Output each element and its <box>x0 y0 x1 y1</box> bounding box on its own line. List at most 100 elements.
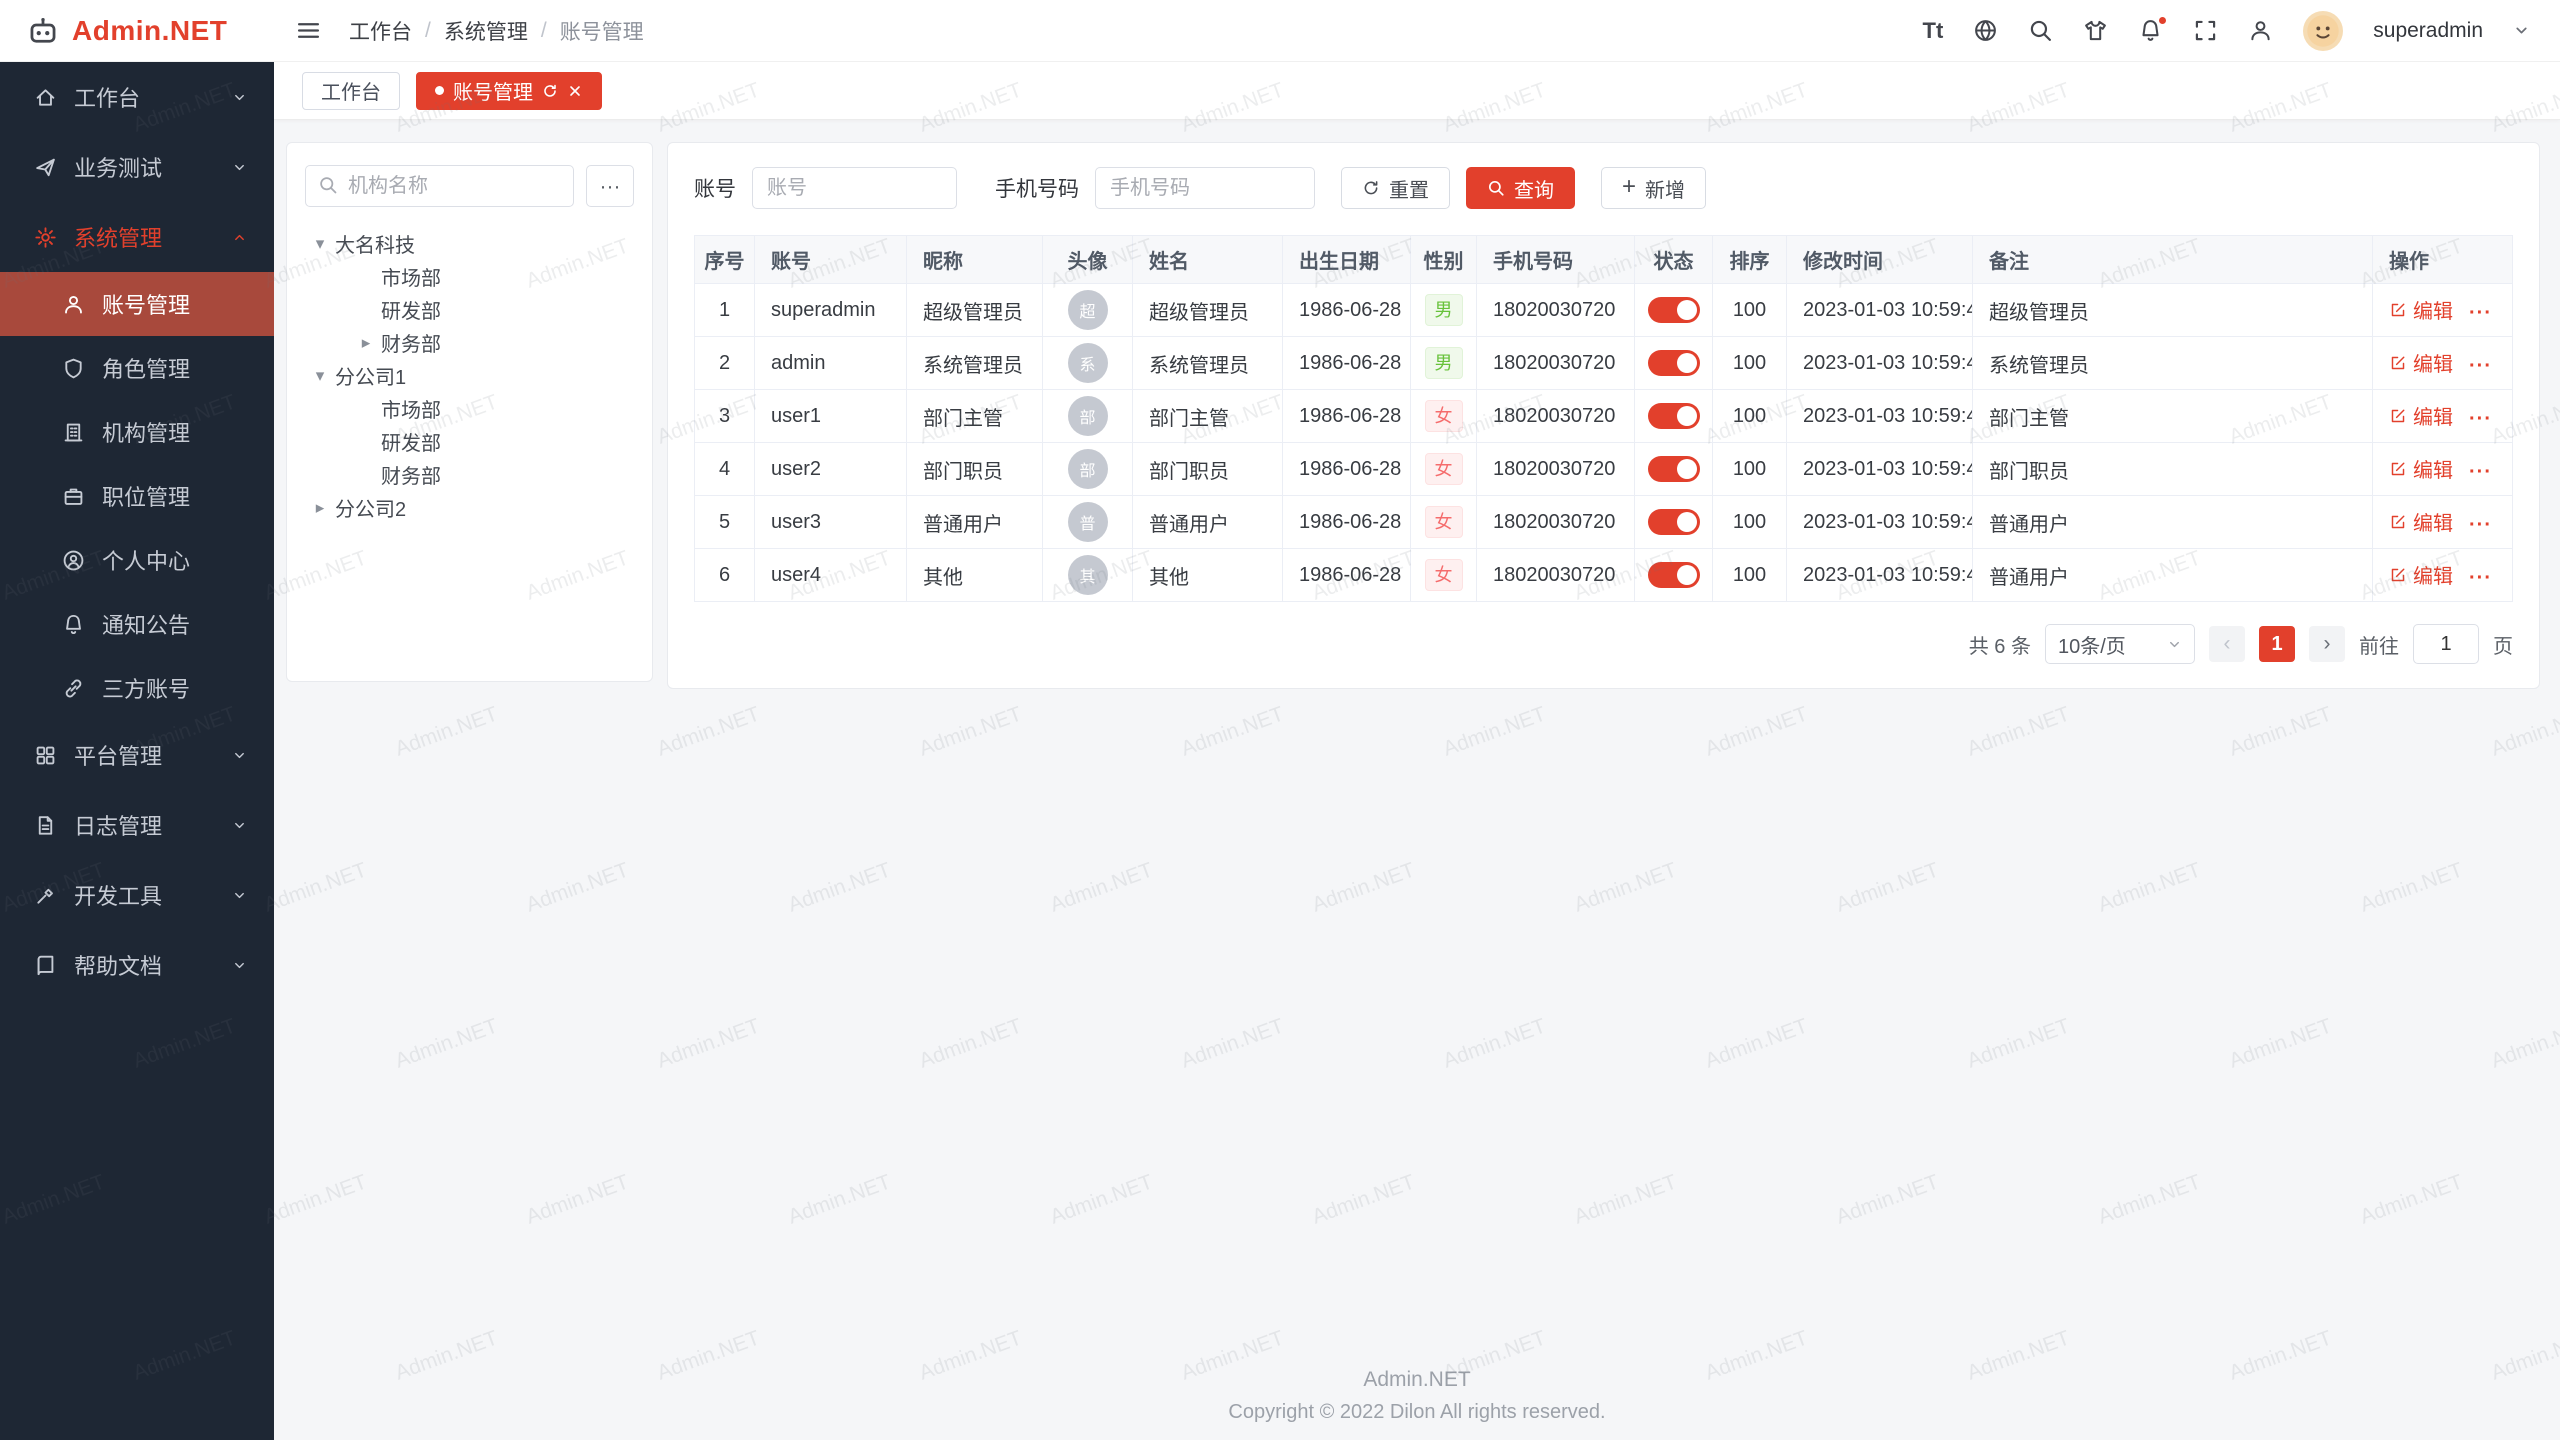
language-globe-icon[interactable] <box>1973 18 1998 43</box>
sidebar-subitem-position-management[interactable]: 职位管理 <box>0 464 274 528</box>
breadcrumb-item[interactable]: 系统管理 <box>444 16 528 46</box>
row-more-button[interactable]: ··· <box>2469 302 2492 324</box>
row-more-button[interactable]: ··· <box>2469 514 2492 536</box>
edit-icon <box>2389 566 2407 584</box>
sidebar-item-log-management[interactable]: 日志管理 <box>0 790 274 860</box>
tree-more-button[interactable]: ··· <box>586 165 634 207</box>
user-settings-icon[interactable] <box>2248 18 2273 43</box>
phone-input[interactable] <box>1095 167 1315 209</box>
account-input[interactable] <box>752 167 957 209</box>
status-toggle[interactable] <box>1648 562 1700 588</box>
theme-skin-icon[interactable] <box>2083 18 2108 43</box>
footer-copyright: Copyright © 2022 Dilon All rights reserv… <box>274 1401 2560 1424</box>
cell-index: 2 <box>695 337 755 390</box>
sidebar-subitem-notice[interactable]: 通知公告 <box>0 592 274 656</box>
sidebar-subitem-label: 机构管理 <box>102 416 190 448</box>
breadcrumb-item[interactable]: 账号管理 <box>560 16 644 46</box>
pagination: 共 6 条 10条/页 ‹ 1 › 前往 页 <box>694 624 2513 664</box>
sidebar-item-business-test[interactable]: 业务测试 <box>0 132 274 202</box>
next-page-button[interactable]: › <box>2309 626 2345 662</box>
caret-right-icon[interactable]: ▸ <box>305 498 335 518</box>
tree-node[interactable]: 市场部 <box>305 392 634 425</box>
edit-button[interactable]: 编辑 <box>2389 454 2453 483</box>
tree-node[interactable]: 研发部 <box>305 293 634 326</box>
cell-status <box>1635 443 1713 496</box>
edit-icon <box>2389 513 2407 531</box>
avatar[interactable] <box>2303 11 2343 51</box>
app-logo[interactable]: Admin.NET <box>0 0 274 61</box>
log-icon <box>34 814 57 837</box>
sidebar-item-platform-management[interactable]: 平台管理 <box>0 720 274 790</box>
tab-workbench[interactable]: 工作台 <box>302 72 400 110</box>
tab-account-management[interactable]: 账号管理 <box>416 72 602 110</box>
tree-node[interactable]: ▾大名科技 <box>305 227 634 260</box>
cell-avatar: 系 <box>1043 337 1133 390</box>
row-avatar: 部 <box>1068 449 1108 489</box>
row-more-button[interactable]: ··· <box>2469 408 2492 430</box>
send-icon <box>34 156 57 179</box>
edit-button[interactable]: 编辑 <box>2389 560 2453 589</box>
username[interactable]: superadmin <box>2373 19 2483 43</box>
edit-label: 编辑 <box>2413 507 2453 536</box>
cell-actions: 编辑 ··· <box>2373 390 2513 443</box>
breadcrumb-item[interactable]: 工作台 <box>349 16 412 46</box>
cell-nickname: 系统管理员 <box>907 337 1043 390</box>
tree-node[interactable]: 研发部 <box>305 425 634 458</box>
status-toggle[interactable] <box>1648 456 1700 482</box>
sidebar-item-workbench[interactable]: 工作台 <box>0 62 274 132</box>
font-size-icon[interactable]: Tt <box>1923 18 1944 44</box>
sidebar-item-system-management[interactable]: 系统管理 <box>0 202 274 272</box>
top-bar-main: 工作台/系统管理/账号管理 Tt <box>274 0 2560 61</box>
sidebar-subitem-role-management[interactable]: 角色管理 <box>0 336 274 400</box>
prev-page-button[interactable]: ‹ <box>2209 626 2245 662</box>
chevron-down-icon[interactable] <box>2513 22 2530 39</box>
page-number-1[interactable]: 1 <box>2259 626 2295 662</box>
org-search-input[interactable] <box>305 165 574 207</box>
edit-button[interactable]: 编辑 <box>2389 507 2453 536</box>
status-toggle[interactable] <box>1648 509 1700 535</box>
active-tab-dot <box>435 86 444 95</box>
refresh-icon[interactable] <box>542 83 558 99</box>
goto-page-input[interactable] <box>2413 624 2479 664</box>
edit-button[interactable]: 编辑 <box>2389 348 2453 377</box>
grid-icon <box>34 744 57 767</box>
status-toggle[interactable] <box>1648 403 1700 429</box>
add-button[interactable]: + 新增 <box>1601 167 1706 209</box>
search-label: 查询 <box>1514 174 1554 203</box>
row-more-button[interactable]: ··· <box>2469 567 2492 589</box>
sidebar-item-help-docs[interactable]: 帮助文档 <box>0 930 274 1000</box>
edit-button[interactable]: 编辑 <box>2389 401 2453 430</box>
tree-node[interactable]: 市场部 <box>305 260 634 293</box>
tree-node[interactable]: ▾分公司1 <box>305 359 634 392</box>
caret-right-icon[interactable]: ▸ <box>351 333 381 353</box>
sidebar-item-dev-tools[interactable]: 开发工具 <box>0 860 274 930</box>
status-toggle[interactable] <box>1648 297 1700 323</box>
tree-node[interactable]: ▸财务部 <box>305 326 634 359</box>
notification-bell-icon[interactable] <box>2138 18 2163 43</box>
search-button[interactable]: 查询 <box>1466 167 1575 209</box>
sidebar-subitem-account-management[interactable]: 账号管理 <box>0 272 274 336</box>
caret-down-icon[interactable]: ▾ <box>305 234 335 254</box>
caret-down-icon[interactable]: ▾ <box>305 366 335 386</box>
menu-collapse-icon[interactable] <box>296 18 321 43</box>
sidebar-subitem-third-party-account[interactable]: 三方账号 <box>0 656 274 720</box>
status-toggle[interactable] <box>1648 350 1700 376</box>
tree-node[interactable]: 财务部 <box>305 458 634 491</box>
tree-node[interactable]: ▸分公司2 <box>305 491 634 524</box>
chevron-down-icon <box>231 957 248 974</box>
search-icon[interactable] <box>2028 18 2053 43</box>
fullscreen-icon[interactable] <box>2193 18 2218 43</box>
column-header-gender: 性别 <box>1411 236 1477 284</box>
close-icon[interactable] <box>567 83 583 99</box>
edit-button[interactable]: 编辑 <box>2389 295 2453 324</box>
sidebar-subitem-org-management[interactable]: 机构管理 <box>0 400 274 464</box>
row-more-button[interactable]: ··· <box>2469 461 2492 483</box>
cell-actions: 编辑 ··· <box>2373 549 2513 602</box>
row-more-button[interactable]: ··· <box>2469 355 2492 377</box>
page-size-select[interactable]: 10条/页 <box>2045 624 2195 664</box>
reset-button[interactable]: 重置 <box>1341 167 1450 209</box>
accounts-table: 序号账号昵称头像姓名出生日期性别手机号码状态排序修改时间备注操作 1supera… <box>694 235 2513 602</box>
row-avatar: 系 <box>1068 343 1108 383</box>
chevron-down-icon <box>231 89 248 106</box>
sidebar-subitem-personal-center[interactable]: 个人中心 <box>0 528 274 592</box>
